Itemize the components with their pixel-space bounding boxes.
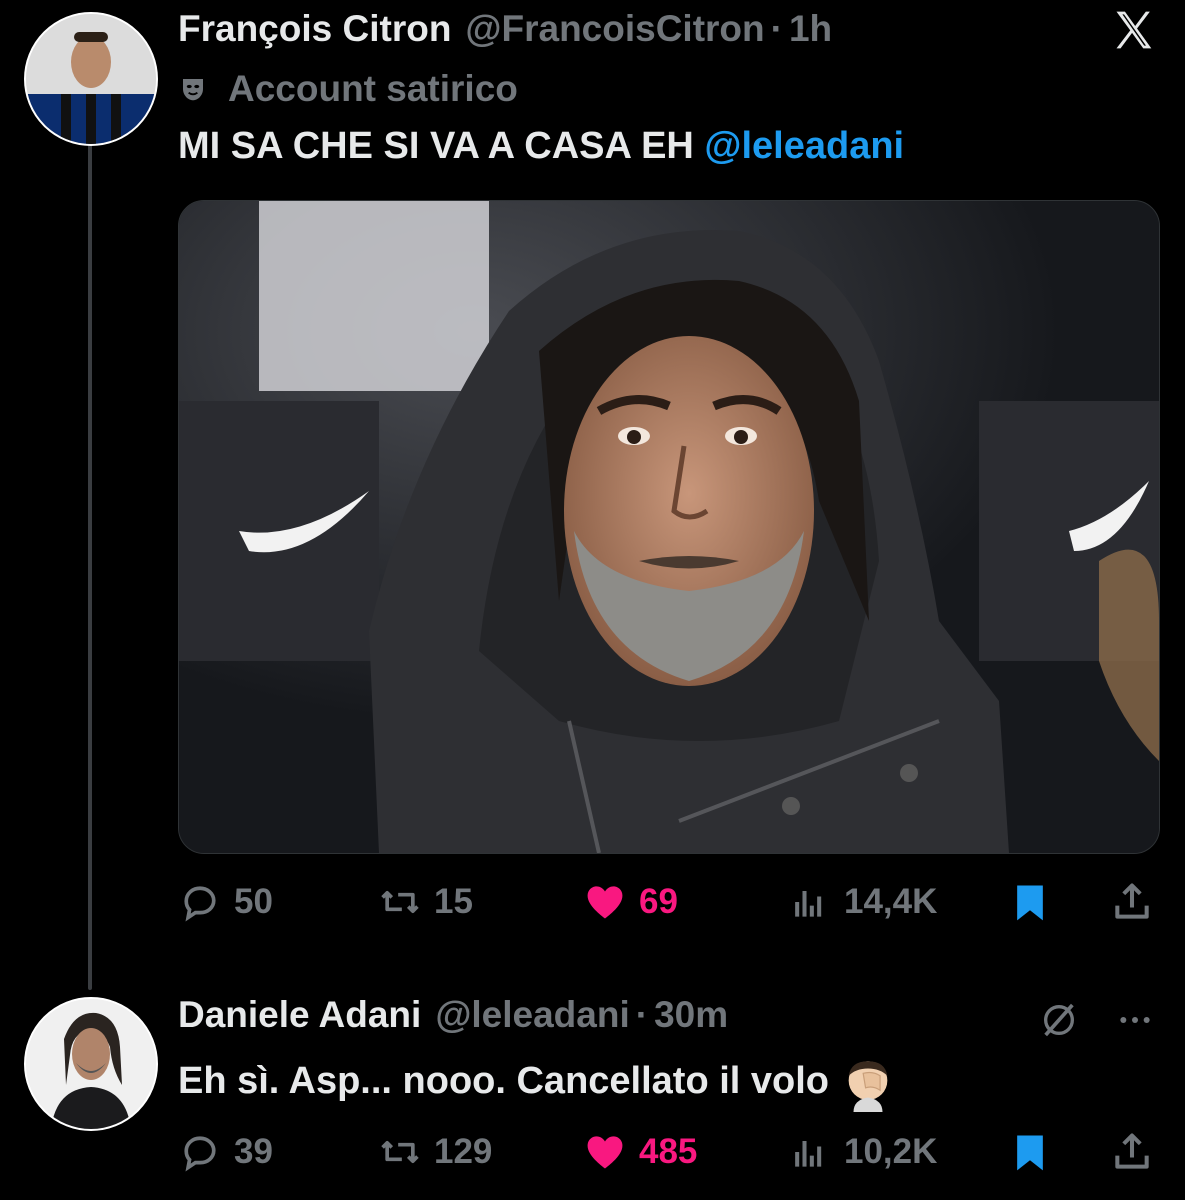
tweet-header: François Citron @FrancoisCitron · 1h	[178, 8, 832, 50]
reply-author-handle[interactable]: @leleadani	[435, 994, 629, 1036]
reply-icon	[184, 886, 216, 922]
share-button[interactable]	[1110, 872, 1154, 932]
thread-view: François Citron @FrancoisCitron · 1h Acc…	[0, 0, 1185, 1200]
avatar-daniele-adani[interactable]	[24, 997, 158, 1131]
thread-connector-line	[88, 140, 92, 990]
views-icon	[795, 1141, 822, 1167]
reply-icon	[184, 1136, 216, 1172]
reply-actions: 39 129 485 10,2K	[178, 1122, 1163, 1182]
views-count: 14,4K	[844, 882, 938, 921]
reply-separator-dot: ·	[635, 994, 649, 1035]
reply-reply-button[interactable]: 39	[178, 1122, 273, 1182]
bookmark-button[interactable]	[1008, 872, 1052, 932]
account-label-text: Account satirico	[228, 68, 518, 109]
avatar-francois-citron[interactable]	[24, 12, 158, 146]
reply-top-icons	[1039, 1000, 1155, 1040]
reply-repost-button[interactable]: 129	[378, 1122, 492, 1182]
repost-count: 15	[434, 882, 473, 921]
reply-text: Eh sì. Asp... nooo. Cancellato il volo	[178, 1054, 897, 1112]
heart-icon	[587, 1136, 623, 1169]
reply-text-content: Eh sì. Asp... nooo. Cancellato il volo	[178, 1060, 830, 1103]
reply-views-count: 10,2K	[844, 1132, 938, 1171]
reply-author-name[interactable]: Daniele Adani	[178, 994, 421, 1036]
bookmark-icon	[1017, 1135, 1043, 1171]
reply-share-button[interactable]	[1110, 1122, 1154, 1182]
author-handle[interactable]: @FrancoisCitron	[465, 8, 764, 50]
facepalm-emoji-icon	[848, 1061, 888, 1112]
bookmark-icon	[1017, 885, 1043, 921]
tweet-text: MI SA CHE SI VA A CASA EH @leleadani	[178, 125, 904, 168]
more-icon[interactable]	[1115, 1000, 1155, 1040]
tweet-photo[interactable]	[178, 200, 1160, 854]
reply-time[interactable]: 30m	[654, 994, 728, 1036]
author-name[interactable]: François Citron	[178, 8, 451, 50]
reply-repost-count: 129	[434, 1132, 493, 1171]
mention-link[interactable]: @leleadani	[704, 125, 904, 167]
reply-header: Daniele Adani @leleadani · 30m	[178, 994, 728, 1036]
repost-icon	[381, 1141, 419, 1163]
separator-dot: ·	[770, 8, 783, 49]
tweet-text-main: MI SA CHE SI VA A CASA EH	[178, 125, 705, 167]
mask-icon	[183, 79, 203, 101]
tweet-actions: 50 15 69 14,4K	[178, 872, 1163, 932]
tweet-time[interactable]: 1h	[789, 8, 832, 50]
repost-icon	[381, 891, 419, 913]
views-button[interactable]: 14,4K	[788, 872, 937, 932]
share-icon	[1115, 1133, 1149, 1169]
reply-button[interactable]: 50	[178, 872, 273, 932]
share-icon	[1115, 883, 1149, 919]
reply-bookmark-button[interactable]	[1008, 1122, 1052, 1182]
heart-icon	[587, 886, 623, 919]
reply-like-count: 485	[639, 1132, 698, 1171]
account-label[interactable]: Account satirico	[178, 68, 518, 110]
reply-views-button[interactable]: 10,2K	[788, 1122, 937, 1182]
like-count: 69	[639, 882, 678, 921]
reply-like-button[interactable]: 485	[583, 1122, 697, 1182]
repost-button[interactable]: 15	[378, 872, 473, 932]
x-logo-icon	[1116, 11, 1152, 49]
grok-icon[interactable]	[1039, 1000, 1079, 1040]
reply-count: 50	[234, 882, 273, 921]
views-icon	[795, 891, 822, 917]
like-button[interactable]: 69	[583, 872, 678, 932]
reply-reply-count: 39	[234, 1132, 273, 1171]
